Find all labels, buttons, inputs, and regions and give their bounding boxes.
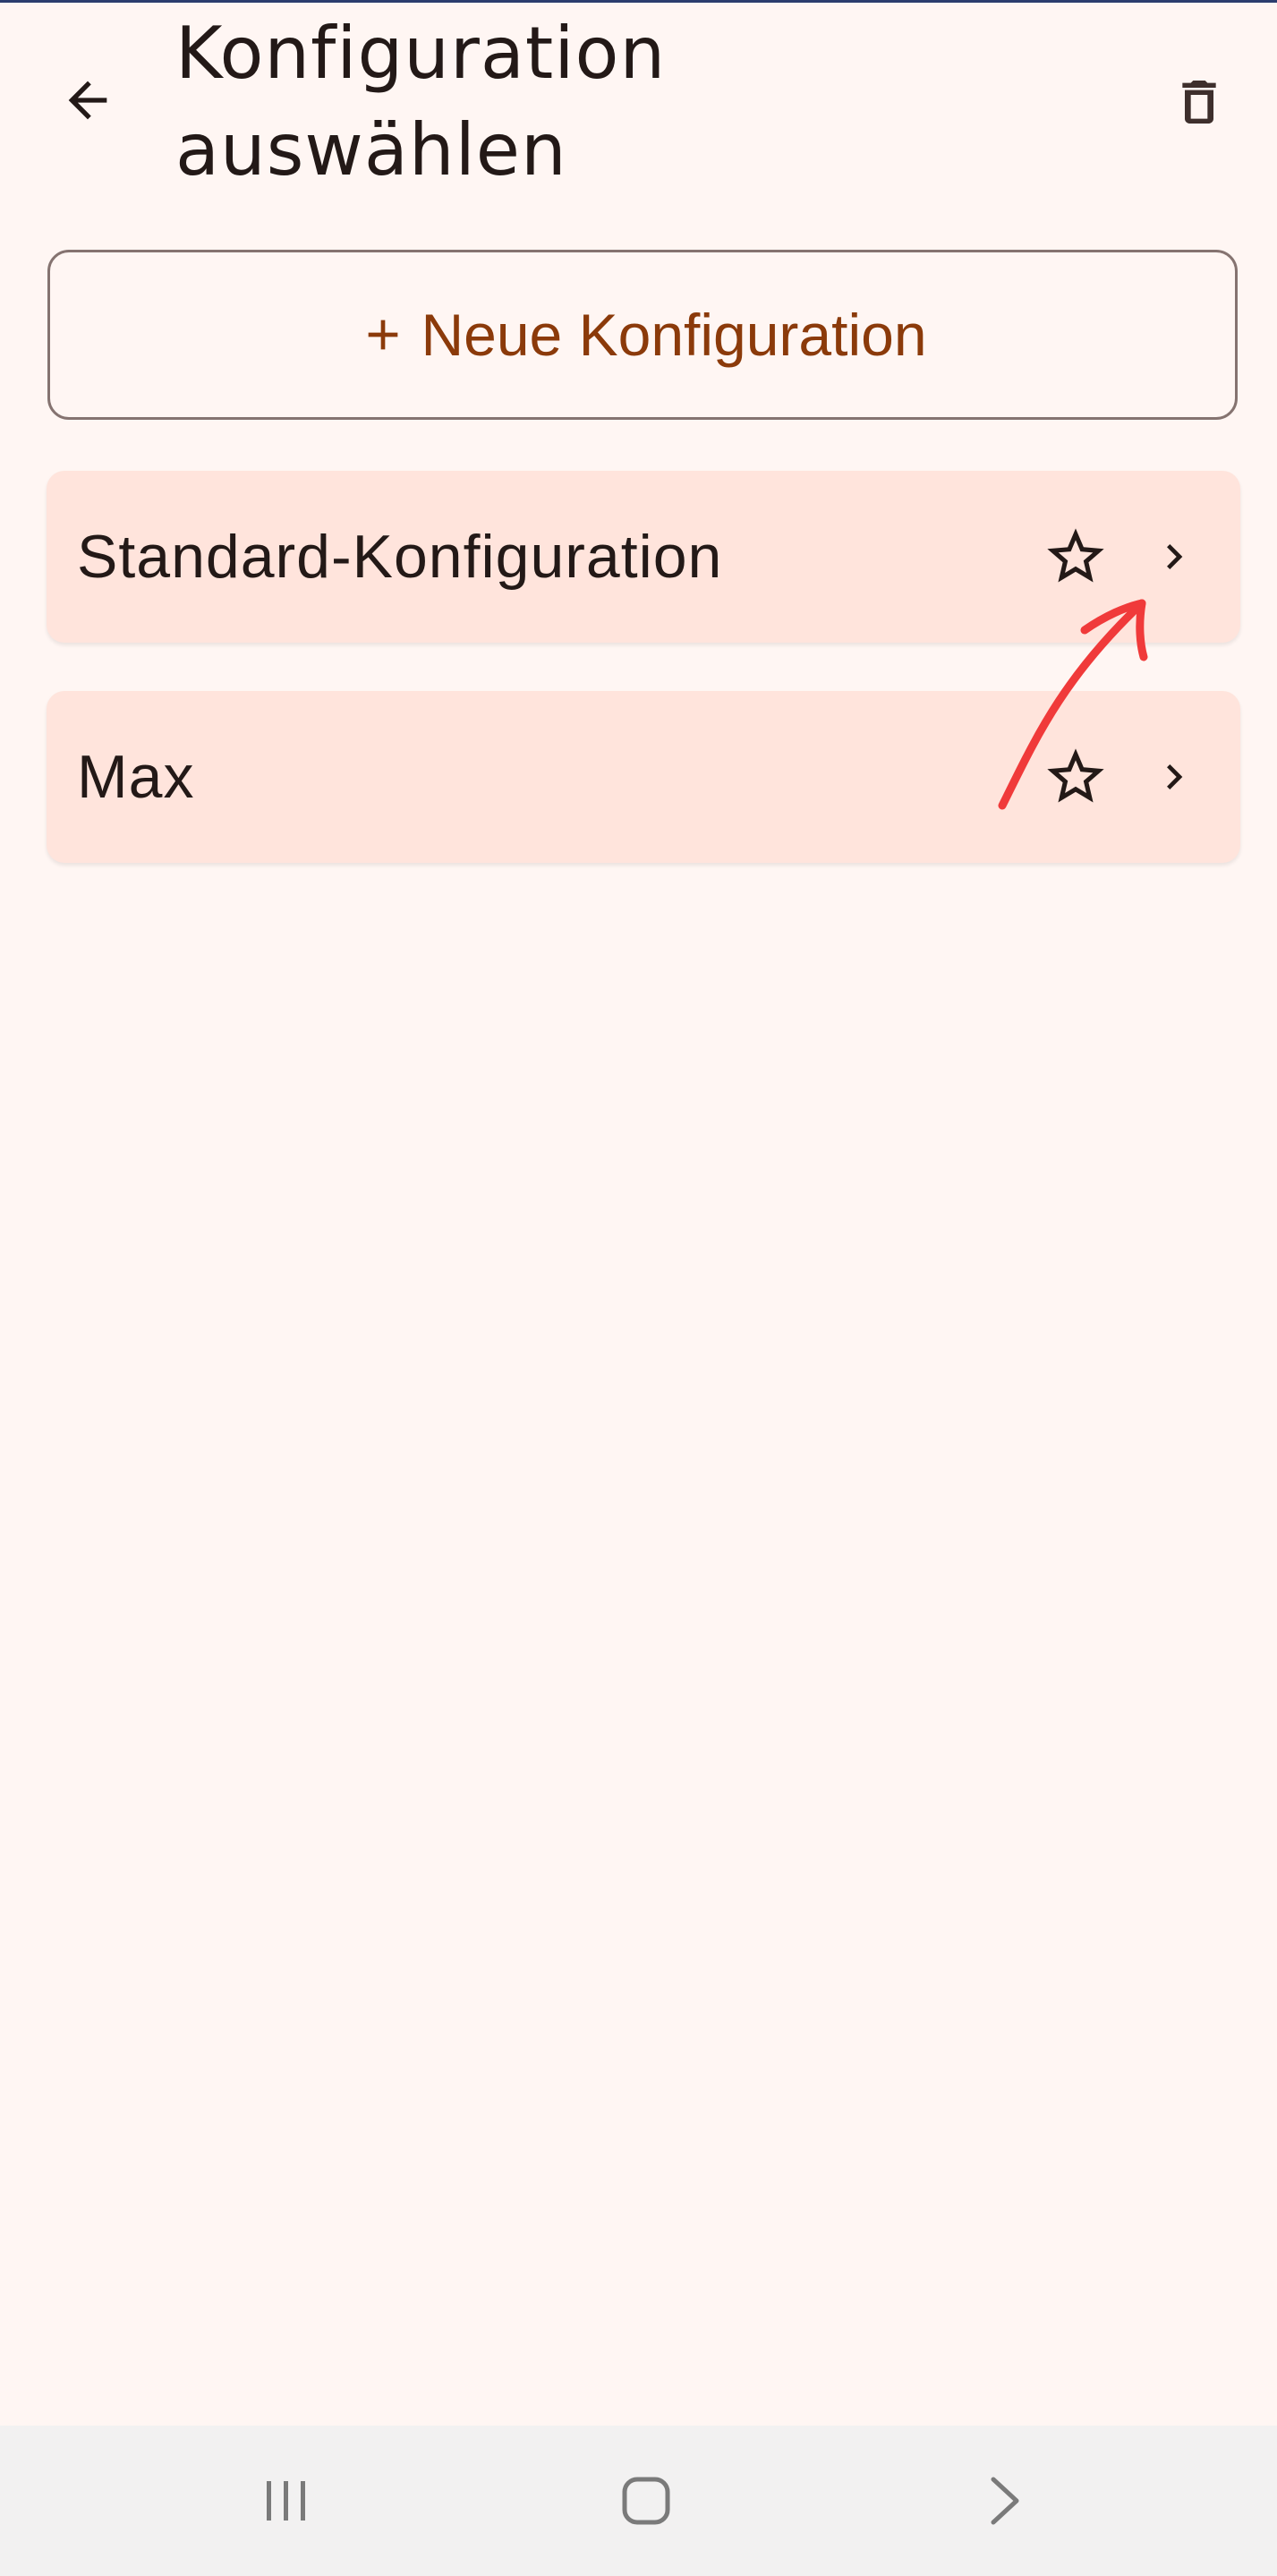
configuration-item[interactable]: Standard-Konfiguration — [47, 471, 1240, 643]
new-configuration-button[interactable]: Neue Konfiguration — [47, 250, 1238, 420]
chevron-right-icon — [991, 2477, 1019, 2525]
star-outline-icon — [1047, 748, 1104, 803]
star-outline-icon — [1047, 528, 1104, 583]
page-title: Konfiguration auswählen — [175, 5, 1070, 199]
back-button[interactable] — [43, 55, 132, 145]
recents-icon — [267, 2481, 305, 2521]
new-configuration-label: Neue Konfiguration — [421, 302, 927, 368]
home-icon — [622, 2477, 670, 2525]
screen: Konfiguration auswählen Neue Konfigurati… — [0, 0, 1277, 2576]
chevron-right-icon — [1167, 764, 1183, 789]
system-navigation-bar — [0, 2426, 1277, 2576]
favorite-button[interactable] — [1031, 512, 1120, 601]
recents-button[interactable] — [242, 2456, 331, 2546]
page-title-line1: Konfiguration — [175, 12, 667, 95]
home-button[interactable] — [601, 2456, 691, 2546]
configuration-name: Max — [77, 743, 195, 811]
page-title-line2: auswählen — [175, 108, 567, 192]
app-bar: Konfiguration auswählen — [0, 0, 1277, 206]
favorite-button[interactable] — [1031, 732, 1120, 822]
trash-icon — [1182, 81, 1216, 124]
open-configuration-button[interactable] — [1129, 732, 1219, 822]
plus-icon — [369, 320, 398, 350]
chevron-right-icon — [1167, 544, 1183, 569]
system-back-button[interactable] — [961, 2456, 1051, 2546]
arrow-left-icon — [68, 81, 107, 120]
configuration-name: Standard-Konfiguration — [77, 523, 723, 591]
configuration-item[interactable]: Max — [47, 691, 1240, 863]
delete-button[interactable] — [1154, 57, 1244, 147]
open-configuration-button[interactable] — [1129, 512, 1219, 601]
